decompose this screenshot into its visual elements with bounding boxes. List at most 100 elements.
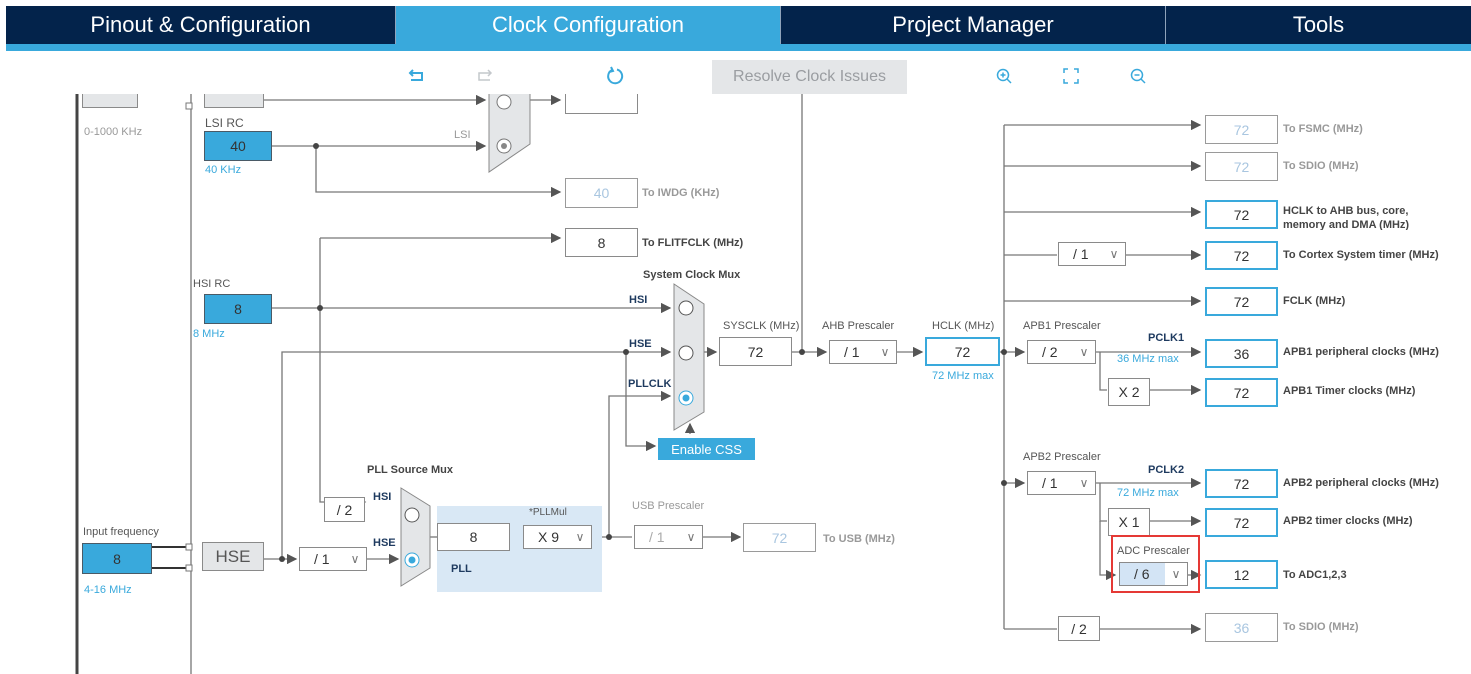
apb2-prescaler-value: / 1 (1042, 475, 1058, 491)
zoom-out-icon[interactable] (1126, 64, 1150, 88)
cortex-timer-value: 72 (1205, 241, 1278, 270)
pll-value: 8 (437, 523, 510, 551)
apb1-prescaler-label: APB1 Prescaler (1023, 320, 1101, 332)
usb-label: To USB (MHz) (823, 533, 895, 545)
apb1-prescaler-select[interactable]: / 2 ∨ (1027, 340, 1096, 364)
chevron-down-icon: ∨ (880, 345, 890, 359)
pclk2-label: PCLK2 (1148, 464, 1185, 476)
reset-icon[interactable] (603, 64, 627, 88)
pll-label: PLL (451, 563, 472, 575)
clock-diagram: 0-1000 KHz LSI RC 40 40 KHz LSI 40 To IW… (0, 94, 1471, 674)
hse-prediv-select[interactable]: / 1 ∨ (299, 547, 367, 571)
lsi-mux-label: LSI (454, 129, 471, 141)
lsi-freq: 40 KHz (205, 164, 242, 176)
hse-block: HSE (202, 542, 264, 571)
apb1-timer-value: 72 (1205, 378, 1278, 407)
flitf-label: To FLITFCLK (MHz) (642, 237, 744, 249)
sysclk-label: SYSCLK (MHz) (723, 320, 800, 332)
fit-icon[interactable] (1059, 64, 1083, 88)
apb1-timer-mul: X 2 (1108, 378, 1150, 406)
sysmux-hsi-label: HSI (629, 294, 648, 306)
ahb-prescaler-select[interactable]: / 1 ∨ (829, 340, 897, 364)
redo-icon[interactable] (472, 64, 496, 88)
fclk-label: FCLK (MHz) (1283, 295, 1346, 307)
hclk-label: HCLK (MHz) (932, 320, 995, 332)
lse-value[interactable] (82, 94, 138, 108)
fsmc-label: To FSMC (MHz) (1283, 123, 1363, 135)
sysmux-hse-label: HSE (629, 338, 652, 350)
lsi-value[interactable]: 40 (204, 131, 272, 161)
apb2-timer-label: APB2 timer clocks (MHz) (1283, 515, 1413, 527)
hsi-freq: 8 MHz (193, 328, 225, 340)
pclk2-max: 72 MHz max (1117, 487, 1179, 499)
tab-project-manager[interactable]: Project Manager (781, 6, 1166, 44)
chevron-down-icon: ∨ (686, 530, 696, 544)
sysmux-pllclk-label: PLLCLK (628, 378, 672, 390)
undo-icon[interactable] (405, 64, 429, 88)
cortex-timer-label: To Cortex System timer (MHz) (1283, 249, 1439, 261)
input-frequency-range: 4-16 MHz (84, 584, 132, 596)
hclk-max: 72 MHz max (932, 370, 994, 382)
usb-prescaler-value: / 1 (649, 529, 665, 545)
cortex-timer-div-value: / 1 (1073, 246, 1089, 262)
adc-value: 12 (1205, 560, 1278, 589)
system-clock-mux-title: System Clock Mux (643, 269, 741, 281)
hse-prediv-value: / 1 (314, 551, 330, 567)
usb-prescaler-select[interactable]: / 1 ∨ (634, 525, 703, 549)
lse-block (204, 94, 264, 108)
hsi-value[interactable]: 8 (204, 294, 272, 324)
usb-prescaler-label: USB Prescaler (632, 500, 705, 512)
hsi-div2: / 2 (324, 497, 365, 522)
chevron-down-icon: ∨ (1079, 345, 1089, 359)
ahb-prescaler-label: AHB Prescaler (822, 320, 895, 332)
lsi-title: LSI RC (205, 116, 244, 130)
sdio2-label: To SDIO (MHz) (1283, 621, 1359, 633)
tab-tools[interactable]: Tools (1166, 6, 1471, 44)
usb-value: 72 (743, 523, 816, 552)
input-frequency-label: Input frequency (83, 526, 159, 538)
cortex-timer-div-select[interactable]: / 1 ∨ (1058, 242, 1126, 266)
sdio-value: 72 (1205, 152, 1278, 181)
apb2-timer-value: 72 (1205, 508, 1278, 537)
fclk-value: 72 (1205, 287, 1278, 316)
hclk-ahb-label: HCLK to AHB bus, core, memory and DMA (M… (1283, 205, 1410, 230)
tab-underline (6, 44, 1471, 51)
sdio2-value: 36 (1205, 613, 1278, 642)
apb2-prescaler-label: APB2 Prescaler (1023, 451, 1101, 463)
iwdg-label: To IWDG (KHz) (642, 187, 720, 199)
fsmc-value: 72 (1205, 115, 1278, 144)
pclk1-max: 36 MHz max (1117, 353, 1179, 365)
apb2-periph-value: 72 (1205, 469, 1278, 498)
apb1-prescaler-value: / 2 (1042, 344, 1058, 360)
hclk-ahb-value: 72 (1205, 200, 1278, 229)
apb2-periph-label: APB2 peripheral clocks (MHz) (1283, 477, 1439, 489)
sdio-label: To SDIO (MHz) (1283, 160, 1359, 172)
rtc-output (565, 94, 638, 114)
tab-pinout[interactable]: Pinout & Configuration (6, 6, 396, 44)
apb2-prescaler-select[interactable]: / 1 ∨ (1027, 471, 1096, 495)
hsi-title: HSI RC (193, 278, 231, 290)
apb2-timer-mul: X 1 (1108, 508, 1150, 536)
adc-label: To ADC1,2,3 (1283, 569, 1347, 581)
apb1-periph-value: 36 (1205, 339, 1278, 368)
tab-clock-configuration[interactable]: Clock Configuration (396, 6, 781, 44)
pllmul-select[interactable]: X 9 ∨ (523, 525, 592, 549)
resolve-clock-issues-button[interactable]: Resolve Clock Issues (712, 60, 907, 94)
hclk-value[interactable]: 72 (925, 337, 1000, 366)
highlight-box (1111, 535, 1200, 593)
main-tabs: Pinout & Configuration Clock Configurati… (6, 6, 1471, 44)
zoom-in-icon[interactable] (992, 64, 1016, 88)
lse-range: 0-1000 KHz (84, 126, 143, 138)
pllmul-value: X 9 (538, 529, 560, 545)
iwdg-value: 40 (565, 178, 638, 208)
sysclk-value[interactable]: 72 (719, 337, 792, 366)
flitf-value: 8 (565, 228, 638, 257)
enable-css-button[interactable]: Enable CSS (658, 438, 755, 460)
pclk1-label: PCLK1 (1148, 332, 1185, 344)
chevron-down-icon: ∨ (1109, 247, 1119, 261)
pllmul-label: *PLLMul (529, 507, 567, 518)
input-frequency-value[interactable]: 8 (82, 543, 152, 574)
chevron-down-icon: ∨ (1079, 476, 1089, 490)
sdio2-div: / 2 (1058, 616, 1100, 641)
chevron-down-icon: ∨ (575, 530, 585, 544)
